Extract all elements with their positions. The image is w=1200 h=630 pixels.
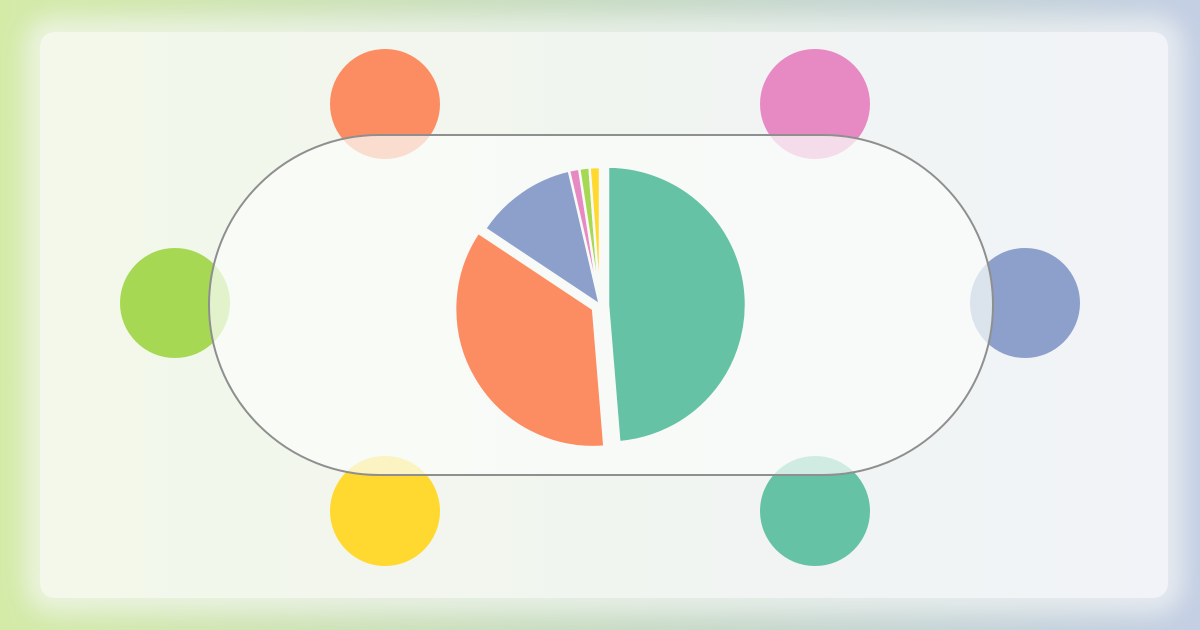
pie-slice-1 [606,165,748,444]
pie-chart [453,165,748,449]
graphic-canvas [0,0,1200,630]
